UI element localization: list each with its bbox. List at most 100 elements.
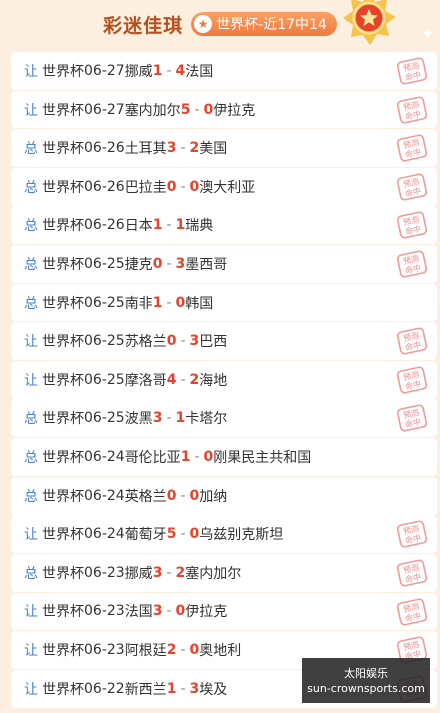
league-name: 世界杯 xyxy=(42,334,84,351)
match-row[interactable]: 总世界杯 06-26 日本 1-1 瑞典 预测 命中 xyxy=(11,206,437,245)
score-separator: - xyxy=(166,603,172,620)
watermark-line1: 太阳娱乐 xyxy=(344,666,388,680)
score-separator: - xyxy=(180,642,186,659)
away-team: 乌兹别克斯坦 xyxy=(199,527,284,544)
away-team: 巴西 xyxy=(199,334,228,351)
home-team: 法国 xyxy=(124,604,153,621)
home-score: 1 xyxy=(166,680,177,697)
record-badge: ★ 世界杯-近17中14 xyxy=(191,12,337,36)
bet-type-tag: 总 xyxy=(24,449,38,466)
match-row[interactable]: 总世界杯 06-25 波黑 3-1 卡塔尔 预测 命中 xyxy=(11,399,437,438)
home-team: 摩洛哥 xyxy=(124,372,167,389)
away-team: 加纳 xyxy=(199,488,228,505)
home-team: 日本 xyxy=(124,218,153,235)
league-name: 世界杯 xyxy=(42,256,84,273)
away-team: 澳大利亚 xyxy=(199,179,256,196)
league-name: 世界杯 xyxy=(42,141,84,158)
score-separator: - xyxy=(166,564,172,581)
score-separator: - xyxy=(180,333,186,350)
away-score: 3 xyxy=(189,680,200,697)
record-badge-text: 世界杯-近17中14 xyxy=(216,17,327,33)
match-date: 06-27 xyxy=(84,101,125,118)
match-date: 06-24 xyxy=(84,487,125,504)
match-row[interactable]: 总世界杯 06-23 挪威 3-2 塞内加尔 预测 命中 xyxy=(11,553,437,592)
match-row[interactable]: 让世界杯 06-25 苏格兰 0-3 巴西 预测 命中 xyxy=(11,322,437,361)
match-row[interactable]: 总世界杯 06-25 捷克 0-3 墨西哥 预测 命中 xyxy=(11,245,437,283)
away-team: 刚果民主共和国 xyxy=(213,449,312,466)
match-date: 06-23 xyxy=(84,642,125,659)
match-date: 06-25 xyxy=(84,255,125,272)
away-team: 韩国 xyxy=(185,295,214,312)
away-score: 4 xyxy=(175,62,186,79)
page-title: 彩迷佳琪 xyxy=(103,14,184,37)
watermark: 太阳娱乐 sun-crownsports.com xyxy=(302,658,430,703)
home-score: 3 xyxy=(152,564,163,581)
match-row[interactable]: 让世界杯 06-27 挪威 1-4 法国 预测 命中 xyxy=(11,52,437,90)
home-team: 英格兰 xyxy=(124,488,167,505)
match-date: 06-26 xyxy=(84,217,125,234)
match-row[interactable]: 让世界杯 06-24 葡萄牙 5-0 乌兹别克斯坦 预测 命中 xyxy=(11,515,437,554)
away-score: 3 xyxy=(189,333,200,350)
league-name: 世界杯 xyxy=(42,527,84,544)
match-row[interactable]: 总世界杯 06-24 英格兰 0-0 加纳 xyxy=(11,476,437,515)
bet-type-tag: 总 xyxy=(24,141,38,158)
away-team: 奥地利 xyxy=(199,643,242,660)
bet-type-tag: 让 xyxy=(24,604,38,621)
match-row[interactable]: 让世界杯 06-27 塞内加尔 5-0 伊拉克 预测 命中 xyxy=(11,90,437,129)
league-name: 世界杯 xyxy=(42,372,84,389)
away-score: 2 xyxy=(189,140,200,157)
score-separator: - xyxy=(166,410,172,427)
score-separator: - xyxy=(180,487,186,504)
away-score: 1 xyxy=(175,217,186,234)
home-team: 苏格兰 xyxy=(124,334,167,351)
bet-type-tag: 总 xyxy=(24,218,38,235)
away-score: 0 xyxy=(175,603,186,620)
match-date: 06-23 xyxy=(84,603,125,620)
prediction-hit-stamp-icon: 预测命中 xyxy=(397,598,427,626)
score-separator: - xyxy=(166,217,172,234)
away-team: 海地 xyxy=(199,372,228,389)
match-row[interactable]: 让世界杯 06-25 摩洛哥 4-2 海地 预测 命中 xyxy=(11,360,437,399)
league-name: 世界杯 xyxy=(42,565,84,582)
match-row[interactable]: 总世界杯 06-25 南非 1-0 韩国 xyxy=(11,283,437,322)
match-date: 06-25 xyxy=(84,371,125,388)
match-row[interactable]: 总世界杯 06-24 哥伦比亚 1-0 刚果民主共和国 xyxy=(11,438,437,476)
prediction-hit-stamp-icon: 预测命中 xyxy=(397,404,427,433)
away-score: 0 xyxy=(203,101,214,118)
home-score: 3 xyxy=(152,603,163,620)
away-score: 0 xyxy=(175,294,186,311)
home-score: 2 xyxy=(166,642,177,659)
prediction-hit-stamp-icon: 预测命中 xyxy=(397,520,427,548)
score-separator: - xyxy=(180,140,186,157)
sparkle-icon: ✦ xyxy=(420,24,434,43)
match-date: 06-27 xyxy=(84,62,125,79)
home-score: 1 xyxy=(180,448,191,465)
match-date: 06-24 xyxy=(84,448,125,465)
away-score: 2 xyxy=(189,371,200,388)
home-score: 0 xyxy=(166,333,177,350)
bet-type-tag: 总 xyxy=(24,565,38,582)
medal-icon xyxy=(343,0,396,45)
score-separator: - xyxy=(166,255,172,272)
match-row[interactable]: 让世界杯 06-23 法国 3-0 伊拉克 预测 命中 xyxy=(11,592,437,631)
league-name: 世界杯 xyxy=(42,411,84,428)
bet-type-tag: 让 xyxy=(24,527,38,544)
home-score: 3 xyxy=(152,410,163,427)
home-team: 哥伦比亚 xyxy=(124,449,181,466)
home-team: 塞内加尔 xyxy=(124,102,181,119)
away-team: 伊拉克 xyxy=(213,102,256,119)
match-date: 06-26 xyxy=(84,140,125,157)
home-score: 5 xyxy=(166,526,177,543)
bet-type-tag: 总 xyxy=(24,256,38,273)
league-name: 世界杯 xyxy=(42,681,84,698)
away-team: 伊拉克 xyxy=(185,604,228,621)
home-team: 土耳其 xyxy=(124,141,167,158)
header: 彩迷佳琪 ★ 世界杯-近17中14 ✦ xyxy=(0,0,440,48)
home-score: 1 xyxy=(152,62,163,79)
match-row[interactable]: 总世界杯 06-26 土耳其 3-2 美国 预测 命中 xyxy=(11,129,437,168)
page: 彩迷佳琪 ★ 世界杯-近17中14 ✦ 让世界杯 06-27 挪威 1-4 法国 预测… xyxy=(0,0,440,713)
away-score: 3 xyxy=(175,255,186,272)
home-team: 波黑 xyxy=(124,411,153,428)
bet-type-tag: 让 xyxy=(24,334,38,351)
match-row[interactable]: 总世界杯 06-26 巴拉圭 0-0 澳大利亚 预测 命中 xyxy=(11,167,437,206)
